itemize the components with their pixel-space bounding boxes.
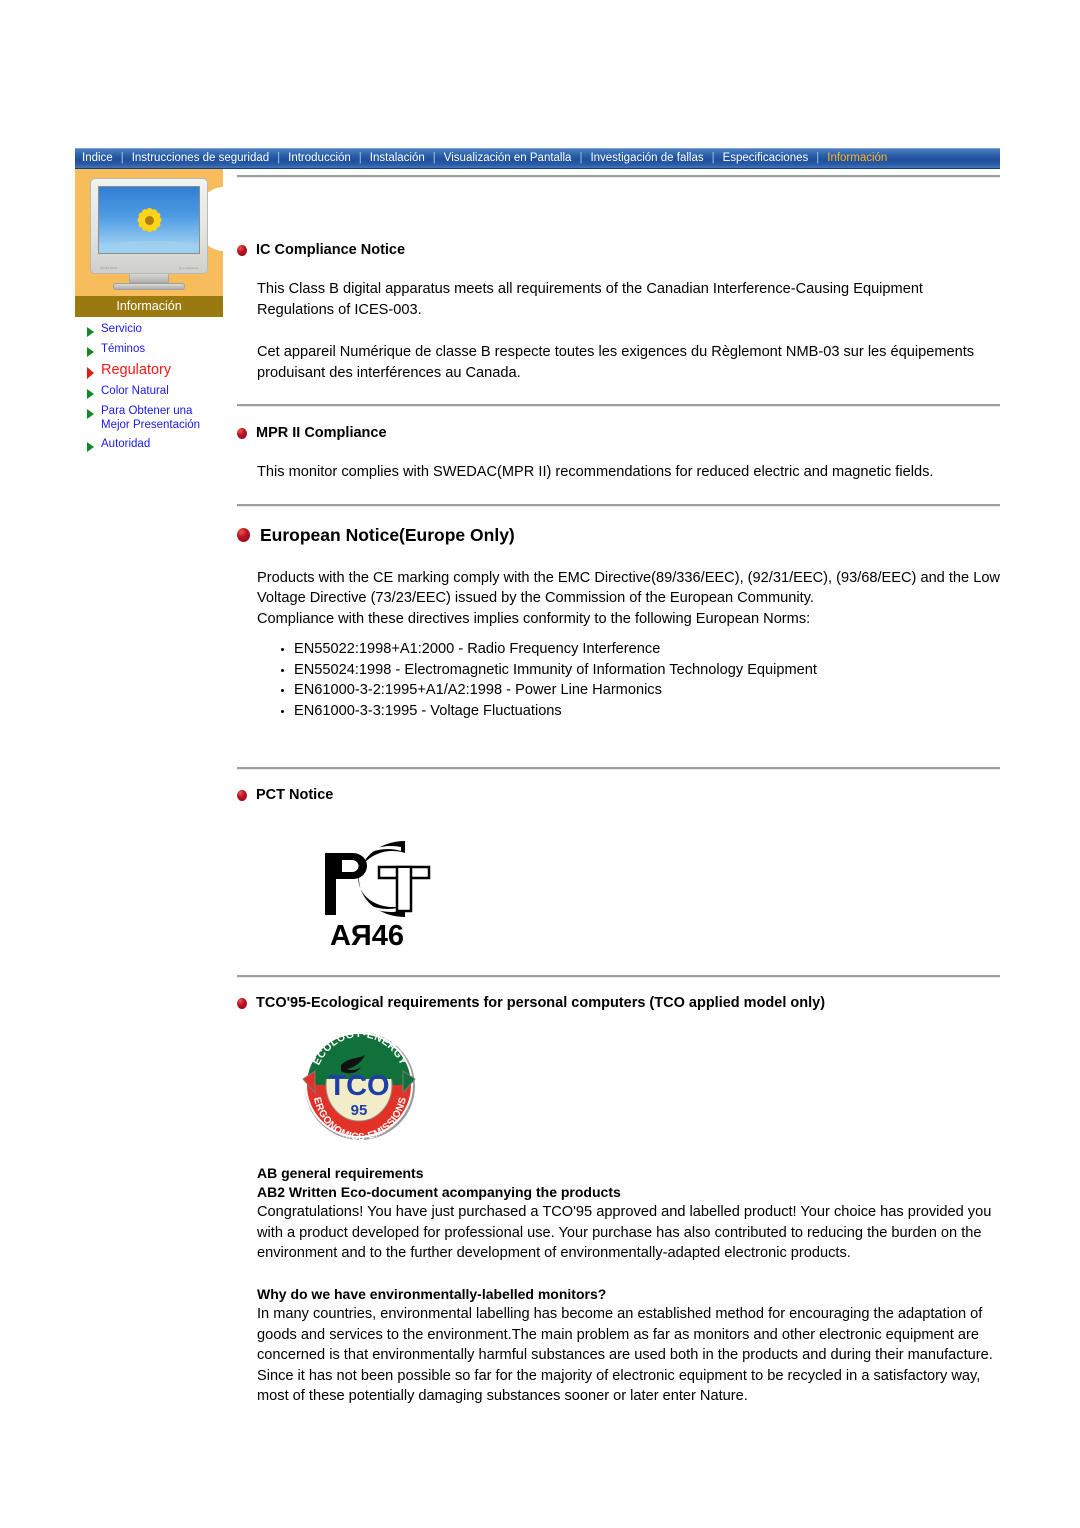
- ic-paragraph-english: This Class B digital apparatus meets all…: [257, 281, 923, 318]
- list-item: EN55024:1998 - Electromagnetic Immunity …: [281, 660, 1000, 681]
- bullet-ball-icon: [237, 789, 247, 801]
- nav-item-indice[interactable]: Indice: [75, 149, 120, 168]
- monitor-brand-mark: SAMSUNG: [100, 266, 118, 270]
- sidebar-item-label: Regulatory: [101, 362, 172, 378]
- sidebar-links: Servicio Téminos Regulatory Color Natura…: [75, 317, 223, 452]
- mpr-paragraph: This monitor complies with SWEDAC(MPR II…: [257, 464, 934, 480]
- bullet-ball-icon: [237, 427, 247, 439]
- triangle-bullet-icon: [87, 442, 94, 452]
- nav-item-instalacion[interactable]: Instalación: [363, 149, 432, 168]
- sidebar-item-regulatory[interactable]: Regulatory: [79, 363, 223, 379]
- sidebar: SAMSUNG SyncMaster Información Servicio …: [75, 169, 224, 458]
- sidebar-panel: SAMSUNG SyncMaster Información: [75, 169, 224, 317]
- main-content: IC Compliance Notice This Class B digita…: [237, 175, 1000, 1407]
- heading-european-notice: European Notice(Europe Only): [237, 525, 1000, 546]
- european-paragraph-1: Products with the CE marking comply with…: [257, 569, 1000, 607]
- subheading-ab2-written-eco-document: AB2 Written Eco-document acompanying the…: [257, 1183, 621, 1200]
- monitor-sunflower-thumbnail: SAMSUNG SyncMaster: [90, 178, 208, 290]
- heading-label: European Notice(Europe Only): [260, 524, 515, 545]
- tco-logo-year-text: 95: [351, 1102, 368, 1119]
- pct-mark-icon: АЯ46: [325, 841, 431, 952]
- sidebar-item-label: Color Natural: [101, 385, 169, 397]
- monitor-neck: [129, 274, 169, 283]
- ic-paragraph-french: Cet appareil Numérique de classe B respe…: [257, 344, 975, 381]
- list-item: EN61000-3-3:1995 - Voltage Fluctuations: [281, 701, 1000, 722]
- nav-item-informacion[interactable]: Información: [820, 149, 894, 168]
- tco-logo-center-text: TCO: [328, 1070, 389, 1102]
- section-divider: [237, 404, 1000, 407]
- european-norms-list: EN55022:1998+A1:2000 - Radio Frequency I…: [237, 639, 1000, 721]
- nav-item-instrucciones-de-seguridad[interactable]: Instrucciones de seguridad: [125, 149, 276, 168]
- sidebar-item-color-natural[interactable]: Color Natural: [79, 385, 223, 399]
- tco95-logo-icon: TCO 95 ECOLOGY•ENERGY ERGONOMICS•EMISSIO…: [302, 1028, 416, 1143]
- heading-label: IC Compliance Notice: [256, 242, 406, 258]
- heading-label: MPR II Compliance: [256, 425, 387, 441]
- monitor-icon: SAMSUNG SyncMaster: [90, 178, 208, 274]
- tco-why-paragraph: In many countries, environmental labelli…: [257, 1306, 993, 1404]
- sidebar-item-label: Autoridad: [101, 438, 151, 450]
- sidebar-item-autoridad[interactable]: Autoridad: [79, 438, 223, 452]
- sidebar-item-label: Servicio: [101, 323, 142, 335]
- nav-item-investigacion-de-fallas[interactable]: Investigación de fallas: [583, 149, 710, 168]
- nav-item-introduccion[interactable]: Introducción: [281, 149, 358, 168]
- sidebar-item-label: Téminos: [101, 343, 146, 355]
- pct-mark-code: АЯ46: [330, 920, 404, 949]
- triangle-bullet-icon: [87, 327, 94, 337]
- nav-item-especificaciones[interactable]: Especificaciones: [716, 149, 816, 168]
- heading-tco95: TCO'95-Ecological requirements for perso…: [237, 995, 1000, 1011]
- hill-decoration: [99, 241, 199, 253]
- monitor-screen: [98, 186, 200, 254]
- subheading-why-environmentally-labelled-monitors: Why do we have environmentally-labelled …: [257, 1285, 607, 1302]
- tco-text-block: AB general requirements AB2 Written Eco-…: [237, 1164, 1000, 1407]
- bullet-ball-icon: [237, 528, 250, 542]
- section-divider: [237, 975, 1000, 978]
- tco-ab2-paragraph: Congratulations! You have just purchased…: [257, 1204, 992, 1261]
- section-divider: [237, 503, 1000, 507]
- triangle-bullet-icon: [87, 347, 94, 357]
- heading-label: PCT Notice: [256, 787, 334, 803]
- sidebar-item-teminos[interactable]: Téminos: [79, 343, 223, 357]
- sidebar-caption: Información: [75, 296, 223, 317]
- tco95-logo: TCO 95 ECOLOGY•ENERGY ERGONOMICS•EMISSIO…: [297, 1028, 1000, 1146]
- triangle-bullet-icon: [87, 367, 94, 379]
- page-root: Indice | Instrucciones de seguridad | In…: [0, 0, 1080, 1528]
- triangle-bullet-icon: [87, 409, 94, 419]
- european-paragraph-2: Compliance with these directives implies…: [257, 610, 811, 627]
- list-item: EN55022:1998+A1:2000 - Radio Frequency I…: [281, 639, 1000, 660]
- nav-item-visualizacion-en-pantalla[interactable]: Visualización en Pantalla: [437, 149, 579, 168]
- sidebar-item-servicio[interactable]: Servicio: [79, 323, 223, 337]
- sidebar-item-label: Para Obtener una Mejor Presentación: [101, 405, 201, 431]
- heading-pct-notice: PCT Notice: [237, 787, 1000, 803]
- monitor-model-mark: SyncMaster: [179, 266, 198, 270]
- section-divider: [237, 767, 1000, 770]
- pct-certification-mark: АЯ46: [297, 821, 1000, 954]
- heading-ic-compliance-notice: IC Compliance Notice: [237, 242, 1000, 258]
- heading-label: TCO'95-Ecological requirements for perso…: [256, 995, 826, 1011]
- subheading-ab-general-requirements: AB general requirements: [257, 1165, 424, 1181]
- heading-mpr-ii-compliance: MPR II Compliance: [237, 425, 1000, 441]
- top-navigation: Indice | Instrucciones de seguridad | In…: [75, 148, 1000, 169]
- triangle-bullet-icon: [87, 389, 94, 399]
- bullet-ball-icon: [237, 997, 247, 1009]
- bullet-ball-icon: [237, 244, 247, 256]
- list-item: EN61000-3-2:1995+A1/A2:1998 - Power Line…: [281, 680, 1000, 701]
- sidebar-item-para-obtener-una-mejor-presentacion[interactable]: Para Obtener una Mejor Presentación: [79, 405, 223, 432]
- monitor-base: [113, 283, 185, 290]
- section-divider: [237, 175, 1000, 178]
